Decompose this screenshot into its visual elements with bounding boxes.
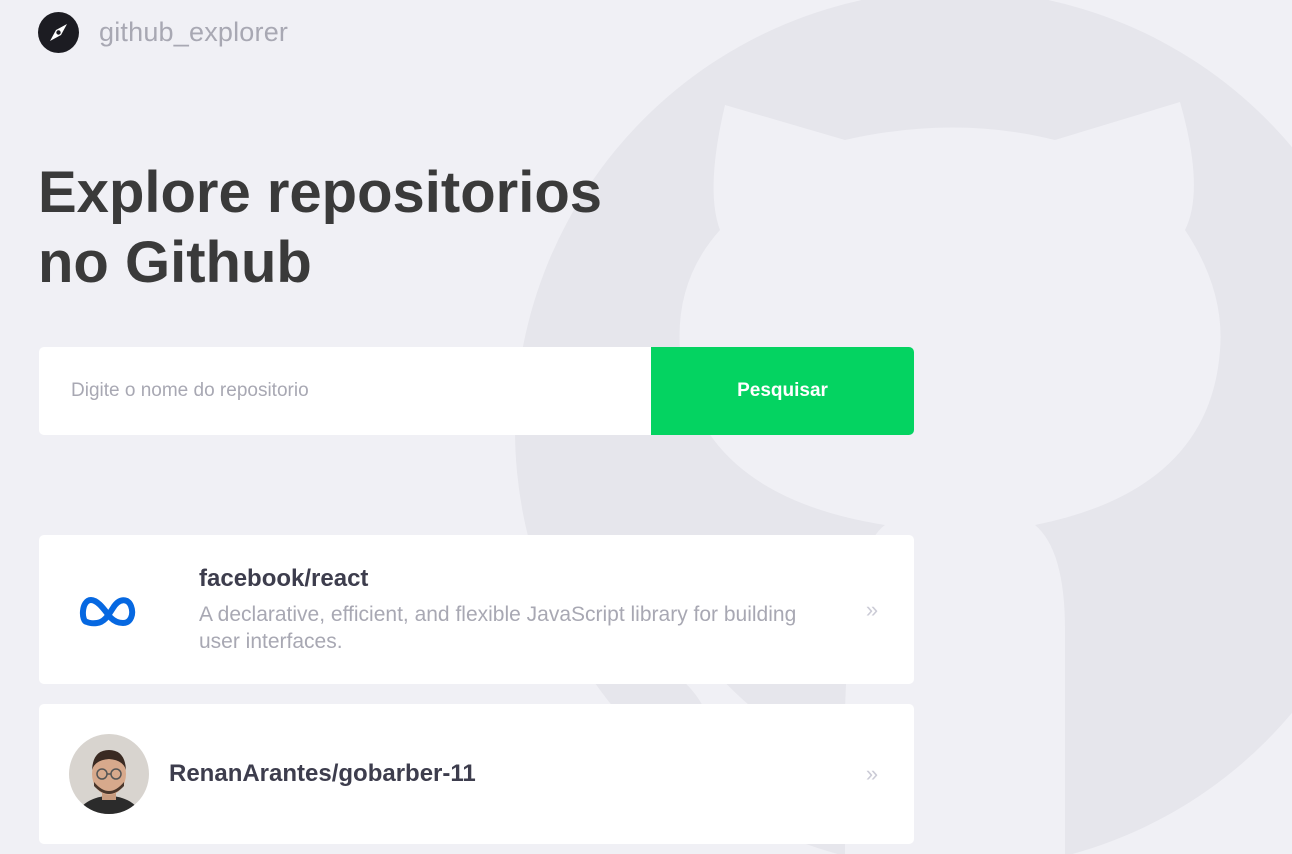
search-form: Pesquisar bbox=[39, 347, 914, 435]
user-avatar bbox=[69, 734, 149, 814]
compass-icon[interactable] bbox=[38, 12, 79, 53]
search-input[interactable] bbox=[39, 347, 651, 435]
meta-logo-icon bbox=[69, 570, 149, 650]
brand-name: github_explorer bbox=[99, 17, 289, 47]
repository-name: facebook/react bbox=[199, 564, 369, 592]
title-line-2: no Github bbox=[38, 230, 312, 295]
search-button[interactable]: Pesquisar bbox=[651, 347, 914, 435]
page-title: Explore repositorios no Github bbox=[38, 158, 658, 298]
double-chevron-right-icon: » bbox=[865, 596, 879, 622]
repository-card-facebook-react[interactable]: facebook/react A declarative, efficient,… bbox=[39, 535, 914, 684]
header: github_explorer bbox=[38, 12, 288, 53]
repository-description: A declarative, efficient, and flexible J… bbox=[199, 602, 797, 653]
repository-info: RenanArantes/gobarber-11 bbox=[169, 760, 860, 788]
title-line-1: Explore repositorios bbox=[38, 160, 603, 225]
repository-card-gobarber[interactable]: RenanArantes/gobarber-11 » bbox=[39, 704, 914, 844]
repository-info: facebook/react A declarative, efficient,… bbox=[199, 565, 860, 655]
repository-name: RenanArantes/gobarber-11 bbox=[169, 760, 476, 787]
double-chevron-right-icon: » bbox=[865, 761, 879, 786]
page: github_explorer Explore repositorios no … bbox=[0, 0, 1292, 854]
